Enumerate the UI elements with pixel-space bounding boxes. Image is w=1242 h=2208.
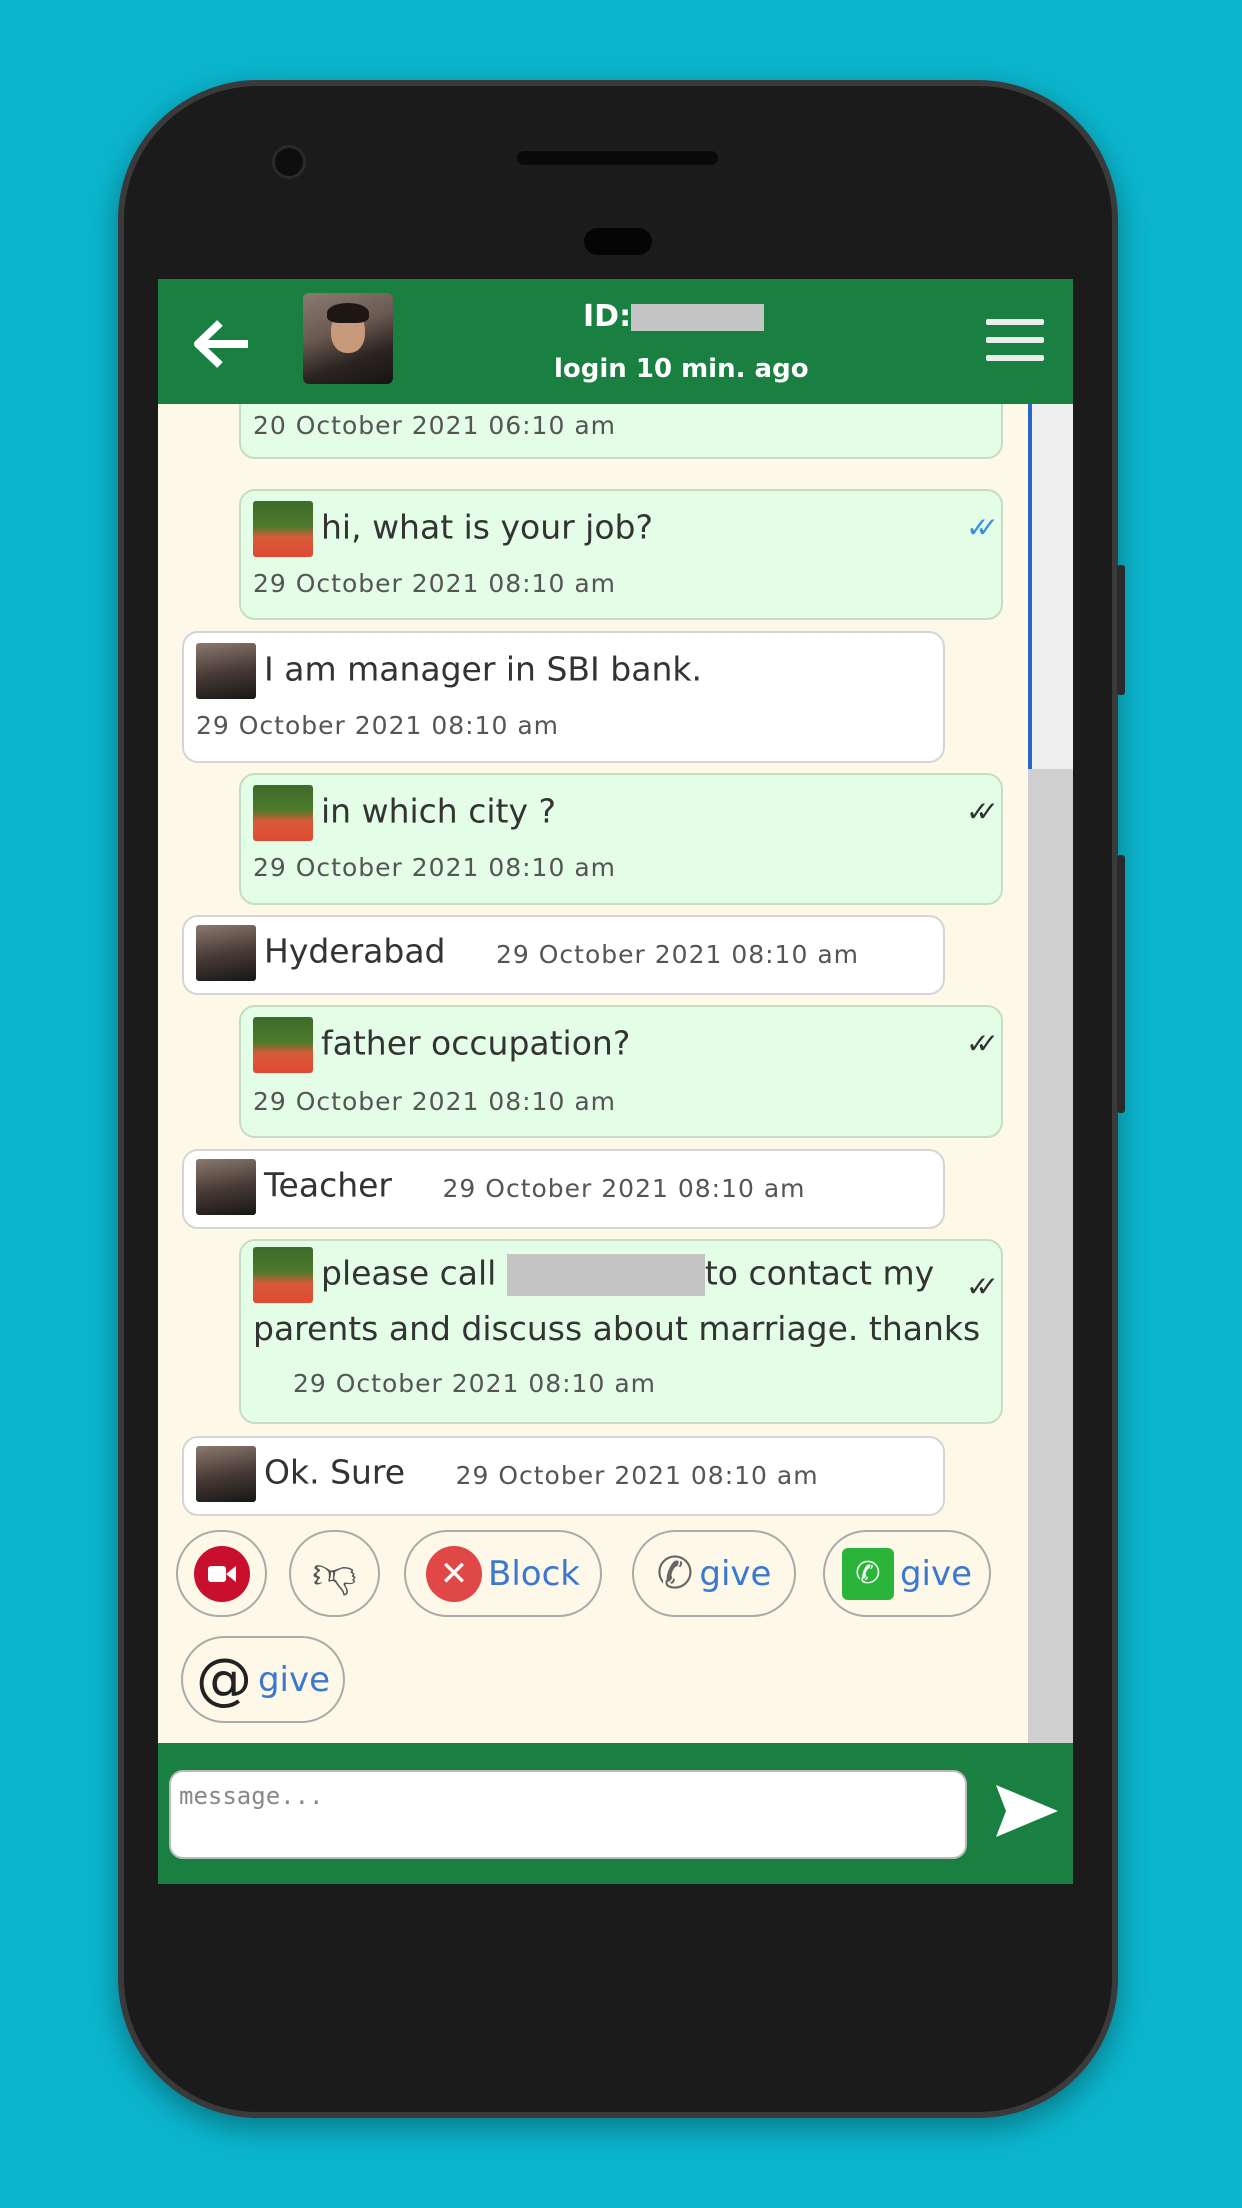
message-sent: in which city ? 29 October 2021 08:10 am… [239, 773, 1003, 905]
message-input[interactable]: message... [169, 1770, 967, 1859]
message-text: I am manager in SBI bank. [264, 649, 702, 689]
composer-bar: message... [158, 1743, 1073, 1884]
send-button[interactable] [994, 1783, 1060, 1839]
give-whatsapp-label: give [899, 1553, 973, 1594]
arrow-left-icon [194, 320, 248, 368]
message-time: 29 October 2021 08:10 am [196, 711, 559, 740]
avatar [253, 1247, 313, 1303]
message-time: 20 October 2021 06:10 am [253, 411, 616, 440]
give-email-label: give [257, 1659, 331, 1700]
volume-button [1117, 855, 1125, 1113]
message-time: 29 October 2021 08:10 am [496, 939, 859, 969]
give-whatsapp-button[interactable]: ✆ give [823, 1530, 991, 1617]
contact-avatar[interactable] [303, 293, 393, 384]
message-text: hi, what is your job? [321, 507, 653, 547]
front-camera [272, 145, 306, 179]
double-check-icon: ✓✓ [966, 1270, 999, 1303]
message-time: 29 October 2021 08:10 am [253, 1087, 616, 1116]
avatar [196, 643, 256, 699]
double-check-read-icon: ✓✓ [966, 511, 999, 544]
message-text: Ok. Sure [264, 1452, 406, 1492]
contact-id: ID: [583, 299, 765, 334]
give-email-button[interactable]: @ give [181, 1636, 345, 1723]
whatsapp-icon: ✆ [841, 1547, 894, 1600]
message-text: in which city ? [321, 791, 556, 831]
power-button [1117, 565, 1125, 695]
give-phone-button[interactable]: ✆ give [632, 1530, 796, 1617]
message-text: Hyderabad [264, 931, 446, 971]
video-call-button[interactable] [176, 1530, 267, 1617]
block-button[interactable]: ✕ Block [404, 1530, 602, 1617]
send-icon [996, 1785, 1058, 1837]
speaker [517, 151, 718, 165]
message-text: Teacher [264, 1165, 393, 1205]
avatar [253, 785, 313, 841]
redacted-phone-number [506, 1254, 705, 1296]
message-sent: hi, what is your job? 29 October 2021 08… [239, 489, 1003, 620]
video-call-icon [193, 1545, 250, 1602]
phone-icon: ✆ [656, 1548, 694, 1599]
message-received: I am manager in SBI bank. 29 October 202… [182, 631, 945, 763]
id-label: ID: [583, 299, 632, 334]
message-time: 29 October 2021 08:10 am [442, 1173, 806, 1203]
avatar [253, 501, 313, 557]
message-time: 29 October 2021 08:10 am [455, 1460, 819, 1490]
scrollbar[interactable] [1028, 404, 1073, 1884]
scrollbar-thumb[interactable] [1028, 404, 1073, 769]
last-login-status: login 10 min. ago [554, 354, 809, 384]
close-circle-icon: ✕ [426, 1545, 483, 1602]
message-received: Teacher 29 October 2021 08:10 am [182, 1149, 945, 1229]
dislike-button[interactable]: 👎︎ [289, 1530, 380, 1617]
avatar [196, 1446, 256, 1502]
message-received: Hyderabad 29 October 2021 08:10 am [182, 915, 945, 995]
give-phone-label: give [699, 1553, 772, 1594]
at-sign-icon: @ [195, 1647, 252, 1712]
message-time: 29 October 2021 08:10 am [293, 1369, 656, 1398]
avatar [253, 1017, 313, 1073]
sensor [584, 228, 652, 255]
double-check-icon: ✓✓ [966, 795, 999, 828]
back-button[interactable] [192, 319, 250, 378]
message-time: 29 October 2021 08:10 am [253, 569, 616, 598]
double-check-icon: ✓✓ [966, 1027, 999, 1060]
message-sent: please call to contact my parents and di… [239, 1239, 1003, 1424]
chat-screen: 20 October 2021 06:10 am hi, what is you… [158, 279, 1073, 1884]
thumbs-down-icon: 👎︎ [312, 1548, 357, 1599]
redacted-id [631, 304, 765, 331]
chat-header: ID: login 10 min. ago [158, 279, 1073, 404]
message-time: 29 October 2021 08:10 am [253, 853, 616, 882]
message-sent: father occupation? 29 October 2021 08:10… [239, 1005, 1003, 1138]
avatar [196, 925, 256, 981]
avatar [196, 1159, 256, 1215]
block-label: Block [488, 1553, 580, 1594]
message-received: Ok. Sure 29 October 2021 08:10 am [182, 1436, 945, 1516]
message-text: please call [321, 1253, 497, 1293]
hamburger-icon[interactable] [986, 319, 1044, 373]
message-text: father occupation? [321, 1023, 631, 1063]
